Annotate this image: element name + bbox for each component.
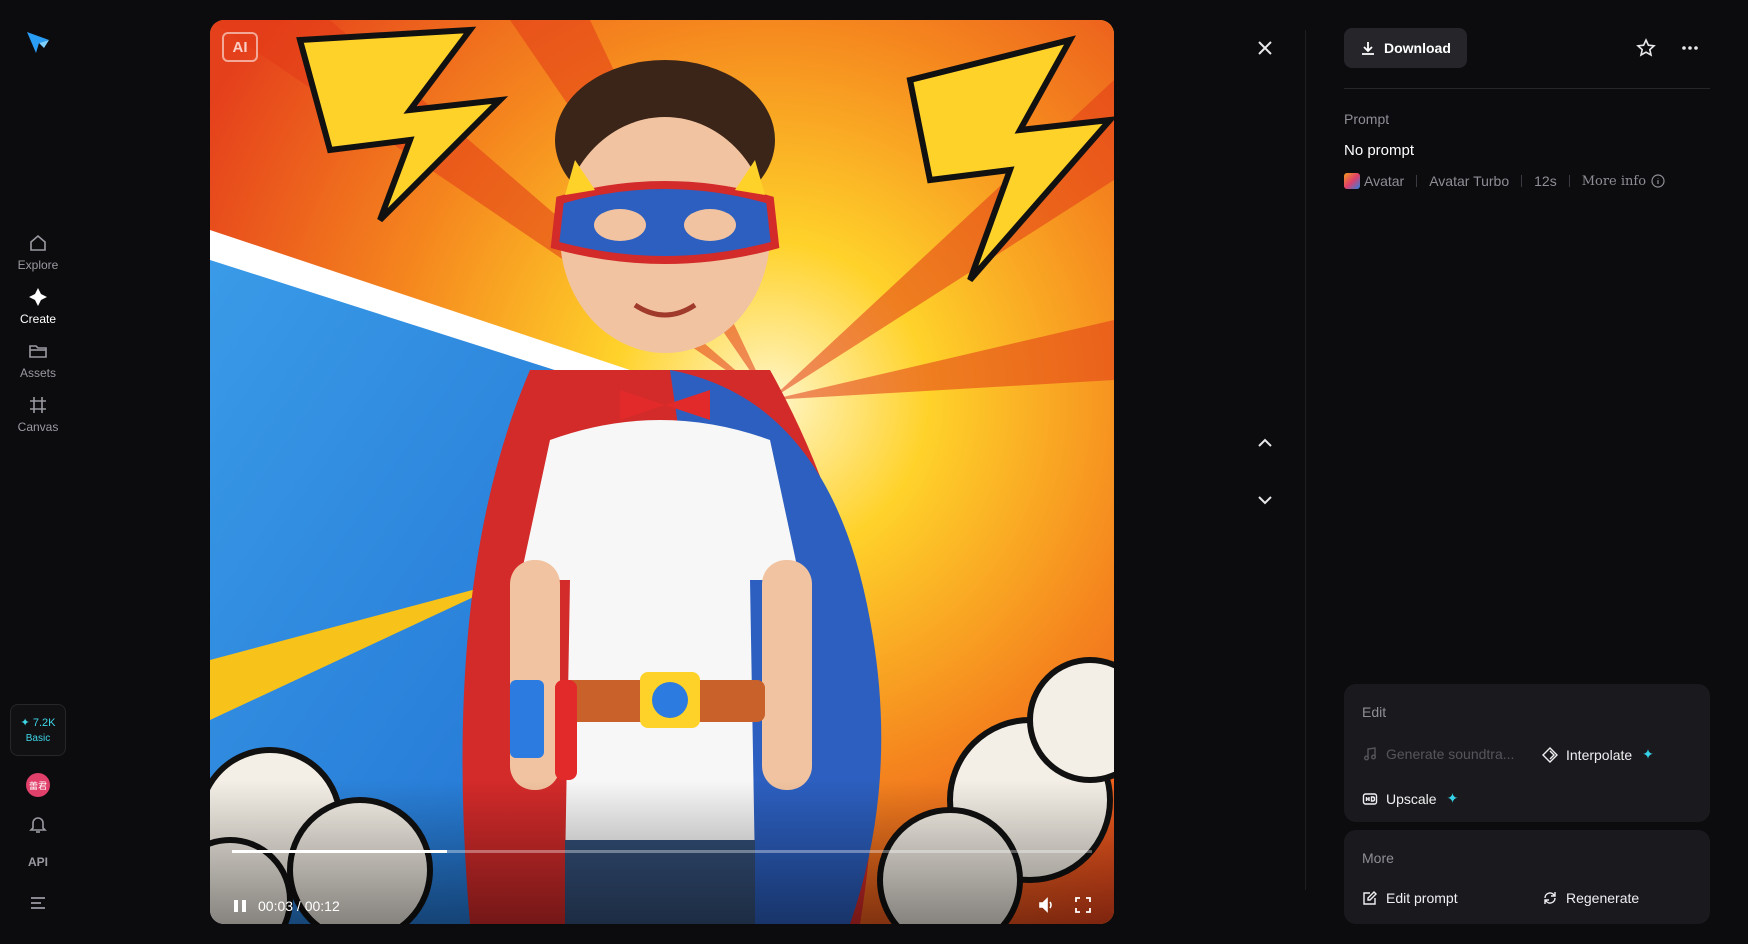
star-icon [1636, 38, 1656, 57]
next-button[interactable] [1251, 486, 1279, 514]
favorite-button[interactable] [1632, 34, 1660, 62]
download-button[interactable]: Download [1344, 28, 1467, 68]
regenerate-label: Regenerate [1566, 890, 1640, 906]
panel-divider [1305, 30, 1306, 890]
sidebar-item-label: Explore [17, 257, 59, 272]
sidebar-item-explore[interactable]: Explore [0, 226, 76, 278]
prompt-text: No prompt [1344, 142, 1415, 159]
regenerate-button[interactable]: Regenerate [1542, 890, 1639, 906]
sidebar-item-create[interactable]: Create [0, 280, 76, 332]
more-horizontal-icon [1682, 46, 1698, 50]
progress-fill [232, 850, 447, 853]
sidebar-item-label: Canvas [17, 419, 59, 434]
close-icon [1258, 41, 1272, 55]
more-card: More Edit prompt Regenerate [1344, 830, 1710, 924]
plan-label: Basic [25, 733, 51, 744]
close-button[interactable] [1251, 34, 1279, 62]
pause-icon[interactable] [232, 898, 248, 914]
menu-icon[interactable] [30, 896, 46, 910]
left-sidebar: Explore Create Assets Canvas ✦ 7.2K Basi… [0, 0, 76, 944]
sidebar-item-label: Create [19, 311, 57, 326]
more-options-button[interactable] [1676, 34, 1704, 62]
playback-controls: 00:03 / 00:12 [232, 896, 340, 916]
time-current: 00:03 [258, 898, 294, 914]
premium-sparkle-icon: ✦ [1446, 790, 1459, 806]
meta-separator [1568, 175, 1570, 187]
sidebar-item-assets[interactable]: Assets [0, 334, 76, 386]
volume-icon[interactable] [1038, 896, 1056, 914]
generation-meta: Avatar Avatar Turbo 12s More info [1344, 173, 1665, 189]
interpolate-button[interactable]: Interpolate ✦ [1542, 746, 1654, 763]
home-icon [30, 234, 46, 251]
edit-prompt-label: Edit prompt [1386, 890, 1458, 906]
meta-duration: 12s [1534, 173, 1557, 189]
prompt-label: Prompt [1344, 111, 1390, 127]
chevron-down-icon [1258, 496, 1272, 505]
meta-separator [1521, 175, 1523, 187]
fullscreen-icon[interactable] [1074, 896, 1092, 914]
edit-icon [1363, 891, 1377, 905]
credits-badge[interactable]: ✦ 7.2K Basic [10, 704, 66, 756]
music-icon [1364, 747, 1376, 761]
sparkle-icon [29, 287, 47, 306]
sidebar-item-label: Assets [19, 365, 56, 380]
more-info-link[interactable]: More info [1582, 174, 1646, 189]
premium-sparkle-icon: ✦ [1642, 746, 1654, 762]
credits-amount: ✦ 7.2K [20, 717, 56, 729]
generate-soundtrack-button[interactable]: Generate soundtra... [1362, 746, 1514, 762]
progress-bar[interactable] [232, 850, 1092, 853]
time-total: 00:12 [304, 898, 340, 914]
edit-prompt-button[interactable]: Edit prompt [1362, 890, 1458, 906]
interpolate-icon [1542, 746, 1558, 763]
divider [1344, 88, 1710, 89]
meta-model: Avatar [1364, 173, 1405, 189]
edit-card: Edit Generate soundtra... Interpolate ✦ … [1344, 684, 1710, 822]
app-logo-icon[interactable] [24, 28, 52, 56]
interpolate-label: Interpolate [1566, 746, 1633, 763]
video-frame-image [210, 20, 1114, 924]
generate-soundtrack-label: Generate soundtra... [1386, 746, 1515, 762]
details-panel: Download Prompt No prompt Avatar Avatar … [1344, 0, 1710, 944]
video-player[interactable]: AI 00:03 / 00:12 [210, 20, 1114, 924]
app-root: Explore Create Assets Canvas ✦ 7.2K Basi… [0, 0, 1748, 944]
refresh-icon [1544, 892, 1556, 904]
api-link[interactable]: API [0, 855, 76, 869]
download-label: Download [1384, 40, 1451, 56]
meta-separator [1416, 175, 1418, 187]
chevron-up-icon [1258, 438, 1272, 447]
meta-variant: Avatar Turbo [1429, 173, 1510, 189]
upscale-button[interactable]: Upscale ✦ [1362, 790, 1458, 807]
model-thumbnail [1344, 173, 1360, 189]
canvas-icon [30, 396, 46, 413]
hd-icon [1362, 792, 1378, 805]
sidebar-item-canvas[interactable]: Canvas [0, 388, 76, 440]
folder-icon [29, 344, 47, 358]
avatar[interactable]: 蕾君 [26, 773, 50, 797]
bell-icon[interactable] [28, 814, 48, 834]
info-icon[interactable] [1651, 174, 1665, 188]
upscale-label: Upscale [1386, 790, 1437, 807]
download-icon [1362, 42, 1374, 55]
time-separator: / [293, 898, 305, 914]
more-card-title: More [1362, 850, 1394, 866]
ai-generated-badge: AI [222, 32, 258, 62]
previous-button[interactable] [1251, 429, 1279, 457]
edit-card-title: Edit [1362, 704, 1387, 720]
